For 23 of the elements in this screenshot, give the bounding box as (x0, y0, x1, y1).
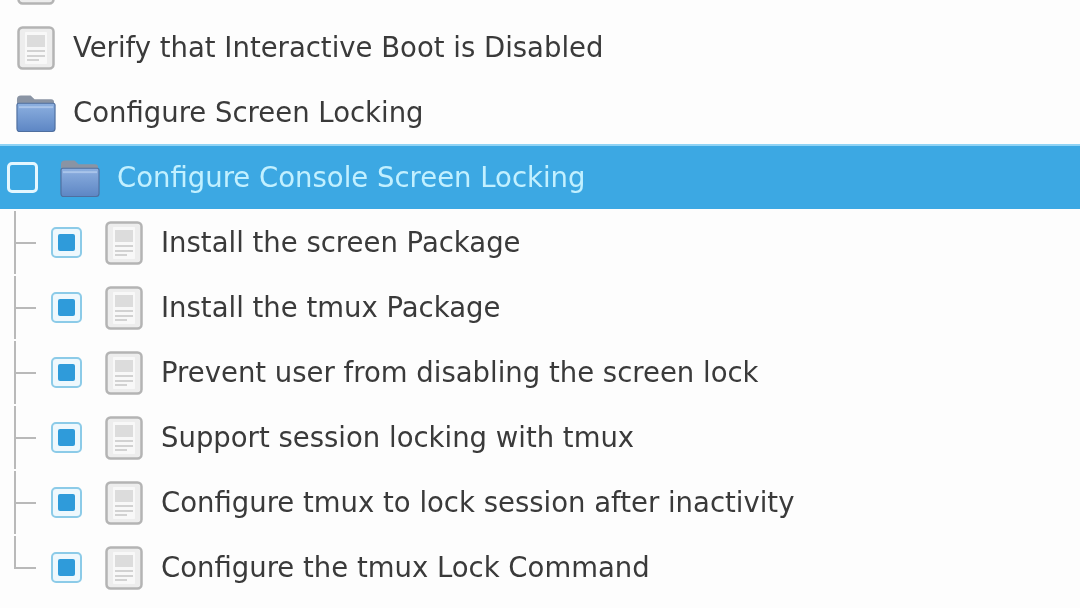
document-icon (105, 415, 143, 460)
folder-icon (16, 92, 56, 133)
tree-item[interactable]: Configure Screen Locking (0, 79, 1080, 144)
document-icon (105, 350, 143, 395)
tree-item[interactable]: Install the tmux Package (0, 274, 1080, 339)
tree-item[interactable]: Configure the tmux Lock Command (0, 534, 1080, 599)
tree-item[interactable]: Configure tmux to lock session after inactivity (0, 469, 1080, 534)
document-icon (17, 25, 55, 70)
checkbox[interactable] (51, 552, 82, 583)
tree-item[interactable]: Install the screen Package (0, 209, 1080, 274)
document-icon (105, 545, 143, 590)
checkbox[interactable] (51, 422, 82, 453)
checkbox[interactable] (51, 227, 82, 258)
checkbox[interactable] (51, 357, 82, 388)
tree-item[interactable]: Prevent user from disabling the screen lock (0, 339, 1080, 404)
tree-item[interactable]: Verify that Interactive Boot is Disabled (0, 14, 1080, 79)
folder-icon (60, 157, 100, 198)
document-icon (105, 285, 143, 330)
checkbox[interactable] (51, 487, 82, 518)
document-icon (105, 220, 143, 265)
tree-item[interactable]: Support session locking with tmux (0, 404, 1080, 469)
document-icon (105, 480, 143, 525)
checkbox[interactable] (51, 292, 82, 323)
